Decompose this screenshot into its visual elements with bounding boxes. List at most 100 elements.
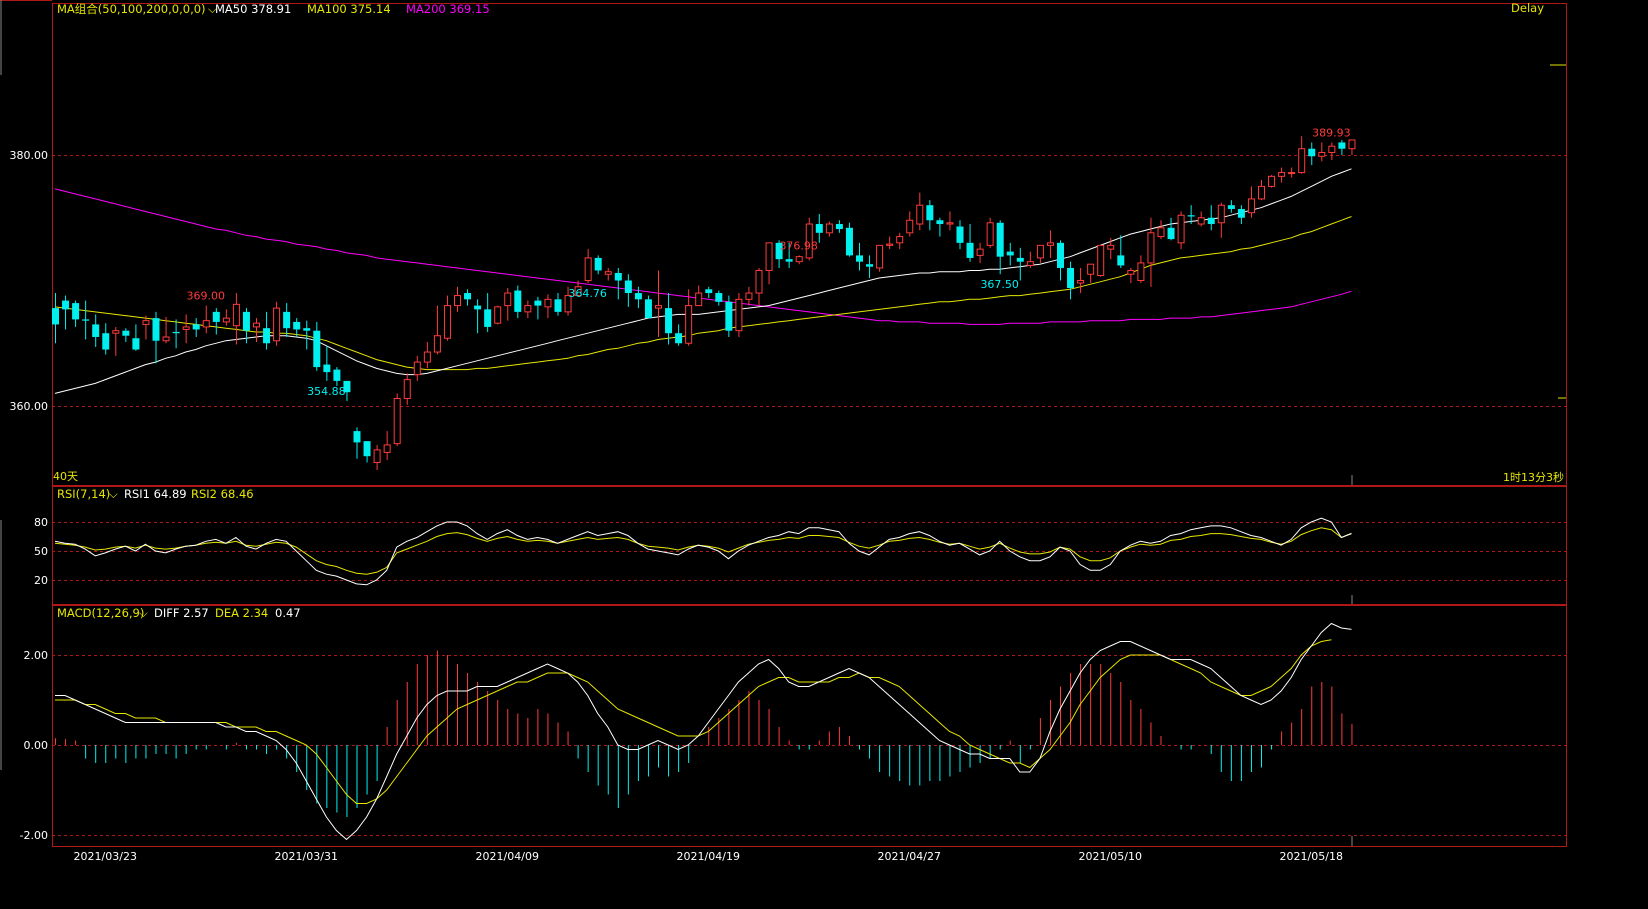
candle-body	[433, 335, 441, 353]
date-tick-label: 2021/04/19	[677, 850, 740, 863]
macd-tick-label: 0.00	[24, 739, 49, 752]
candle-body	[52, 308, 59, 325]
candle-body	[293, 321, 301, 330]
candle-body	[705, 289, 713, 294]
candle-body	[1157, 227, 1165, 238]
candle-body	[634, 293, 642, 300]
candle-body	[182, 326, 190, 330]
countdown-timer: 1时13分3秒	[1503, 470, 1564, 484]
candle-body	[1338, 142, 1346, 149]
candle-body	[514, 290, 522, 312]
candle-body	[1107, 244, 1115, 250]
candle-body	[1087, 263, 1095, 275]
candle-body	[695, 292, 703, 307]
candle-body	[1117, 255, 1125, 266]
candle[interactable]	[273, 301, 281, 346]
candle-body	[1207, 217, 1215, 225]
candle-body	[92, 324, 100, 337]
diff-value-label: DIFF 2.57	[154, 606, 209, 620]
candle-body	[474, 305, 482, 310]
candle-body	[604, 271, 612, 275]
candle[interactable]	[845, 222, 853, 257]
candle-body	[755, 269, 763, 294]
rsi-tick-label: 80	[34, 516, 48, 529]
dea-value-label: DEA 2.34	[215, 606, 268, 620]
candle-body	[825, 223, 833, 234]
candle-body	[544, 298, 552, 308]
candle-body	[1127, 269, 1135, 275]
stock-chart[interactable]: 369.00 354.88 364.76 376.98 367.50 389.93 380…	[0, 0, 1648, 909]
candle-body	[1247, 198, 1255, 214]
candle-body	[1278, 172, 1286, 177]
ma100-value-label: MA100 375.14	[307, 2, 391, 16]
price-tick-label: 380.00	[10, 149, 49, 162]
price-extreme-label: 364.76	[568, 287, 607, 300]
candle[interactable]	[393, 393, 401, 447]
candle-body	[373, 449, 381, 463]
price-extreme-label: 367.50	[980, 278, 1019, 291]
candle-body	[1348, 139, 1356, 150]
candle-body	[1067, 267, 1075, 289]
candle-body	[916, 204, 924, 225]
candle-body	[1288, 172, 1296, 175]
candle-body	[253, 322, 260, 328]
chevron-down-icon[interactable]: ⌵	[139, 606, 148, 620]
candle-body	[1026, 261, 1034, 266]
candle-body	[1137, 262, 1145, 281]
candle-body	[112, 330, 120, 334]
candle-body	[524, 305, 532, 313]
price-extreme-label: 354.88	[307, 385, 346, 398]
candle-body	[956, 226, 964, 243]
candle-body	[815, 224, 823, 233]
candle-body	[946, 222, 954, 225]
candle-body	[413, 361, 421, 376]
candle[interactable]	[735, 293, 743, 337]
candle-body	[1167, 227, 1175, 240]
candle-body	[665, 308, 673, 334]
candle-body	[1046, 242, 1054, 246]
candle-body	[303, 328, 311, 331]
candle-body	[242, 311, 250, 331]
candle-body	[614, 272, 622, 281]
candle-body	[72, 303, 80, 320]
candle-body	[1318, 151, 1326, 157]
candle-body	[886, 243, 894, 246]
candle[interactable]	[1268, 175, 1276, 188]
ma-indicator-label[interactable]: MA组合(50,100,200,0,0,0)	[57, 2, 206, 16]
candle-body	[443, 305, 451, 339]
candle-body	[554, 299, 562, 312]
rsi-tick-label: 20	[34, 574, 48, 587]
candle-body	[976, 248, 984, 256]
candle-body	[313, 330, 321, 368]
candle[interactable]	[876, 244, 884, 272]
candle-body	[765, 242, 773, 271]
chevron-down-icon[interactable]: ⌵	[109, 487, 118, 501]
date-tick-label: 2021/03/23	[74, 850, 137, 863]
date-tick-label: 2021/05/10	[1079, 850, 1142, 863]
candle-body	[172, 331, 180, 334]
candle[interactable]	[1097, 244, 1105, 277]
period-label: 40天	[53, 470, 78, 483]
candle-body	[403, 379, 411, 399]
macd-indicator-label[interactable]: MACD(12,26,9)	[57, 606, 144, 620]
candle-body	[162, 336, 170, 342]
candle[interactable]	[494, 305, 502, 325]
candle-body	[222, 317, 230, 323]
date-tick-label: 2021/04/09	[476, 850, 539, 863]
rsi1-value-label: RSI1 64.89	[124, 487, 187, 501]
candle-body	[152, 318, 160, 341]
price-extreme-label: 376.98	[779, 239, 818, 252]
candle-body	[876, 244, 884, 269]
candle-body	[986, 222, 994, 246]
candle-body	[1187, 215, 1195, 217]
candle-body	[534, 300, 542, 306]
candle-body	[906, 219, 914, 234]
candle-body	[212, 311, 220, 322]
candle-body	[624, 280, 632, 294]
ma50-value-label: MA50 378.91	[215, 2, 291, 16]
candle-body	[484, 309, 492, 327]
candle-body	[142, 320, 150, 325]
candle-body	[333, 369, 341, 381]
rsi-indicator-label[interactable]: RSI(7,14)	[57, 487, 110, 501]
candle-body	[594, 257, 602, 271]
